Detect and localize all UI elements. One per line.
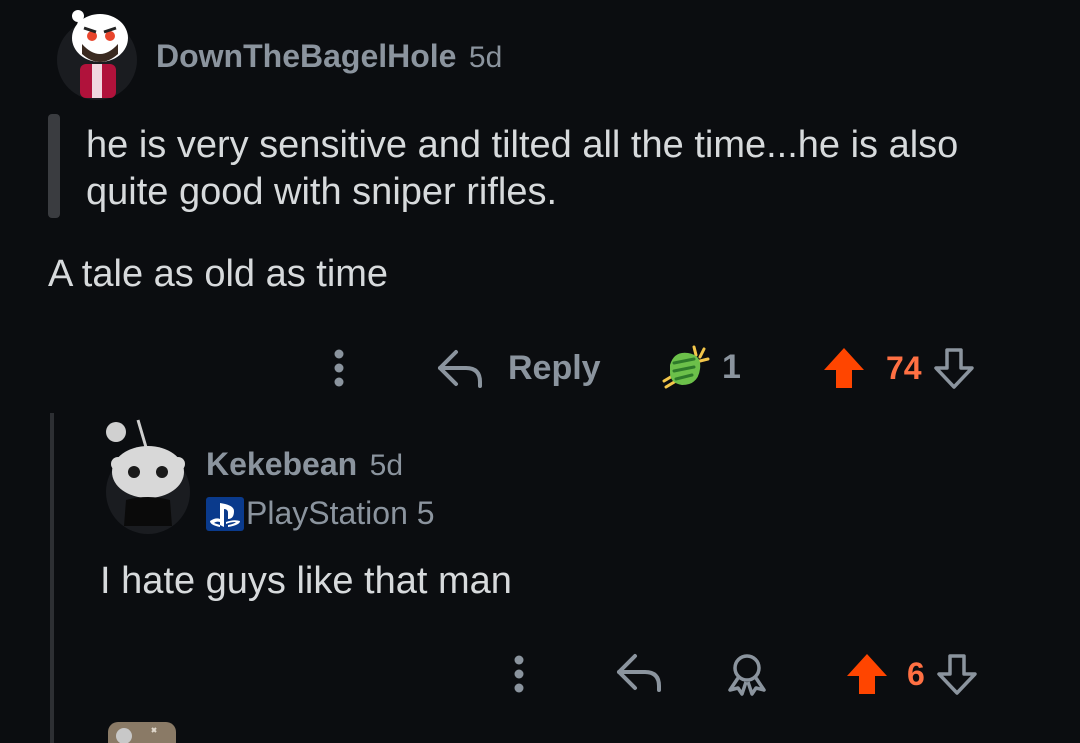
comment-age: 5d — [468, 41, 503, 74]
award-button[interactable]: 1 — [660, 340, 741, 394]
comment-header: Kekebean 5d — [206, 446, 403, 483]
upvote-icon[interactable] — [845, 652, 889, 696]
downvote-icon[interactable] — [932, 346, 976, 390]
downvote-icon[interactable] — [935, 652, 979, 696]
vote-controls: 6 — [845, 650, 979, 698]
award-count: 1 — [722, 347, 741, 386]
avatar[interactable] — [102, 414, 194, 534]
flair-text: PlayStation 5 — [246, 495, 435, 531]
comment-age: 5d — [369, 449, 404, 482]
upvote-count: 6 — [907, 655, 925, 692]
vote-controls: 74 — [822, 343, 976, 393]
more-options-button[interactable] — [505, 652, 533, 696]
avatar[interactable] — [52, 6, 142, 100]
more-vertical-icon — [334, 349, 344, 387]
award-icon — [728, 654, 766, 696]
comment-body: I hate guys like that man — [100, 560, 512, 602]
user-flair: PlayStation 5 — [206, 495, 435, 532]
username[interactable]: DownTheBagelHole — [156, 38, 456, 74]
comment-header: DownTheBagelHole 5d — [156, 38, 502, 75]
playstation-icon — [206, 496, 244, 531]
comment-body: A tale as old as time — [48, 253, 389, 295]
username[interactable]: Kekebean — [206, 446, 357, 482]
upvote-icon[interactable] — [822, 346, 866, 390]
more-options-button[interactable] — [325, 346, 353, 390]
reply-icon — [438, 350, 482, 388]
reply-label: Reply — [508, 348, 601, 387]
reply-button[interactable] — [615, 650, 665, 694]
quote-bar — [48, 114, 60, 218]
reply-button[interactable]: Reply — [436, 343, 601, 393]
reply-icon — [617, 654, 661, 692]
quote-text: he is very sensitive and tilted all the … — [86, 124, 959, 213]
award-button[interactable] — [722, 650, 772, 698]
award-icon — [662, 345, 710, 389]
upvote-count: 74 — [886, 349, 922, 386]
more-vertical-icon — [514, 655, 524, 693]
avatar[interactable] — [106, 716, 178, 743]
thread-line[interactable] — [50, 413, 54, 743]
